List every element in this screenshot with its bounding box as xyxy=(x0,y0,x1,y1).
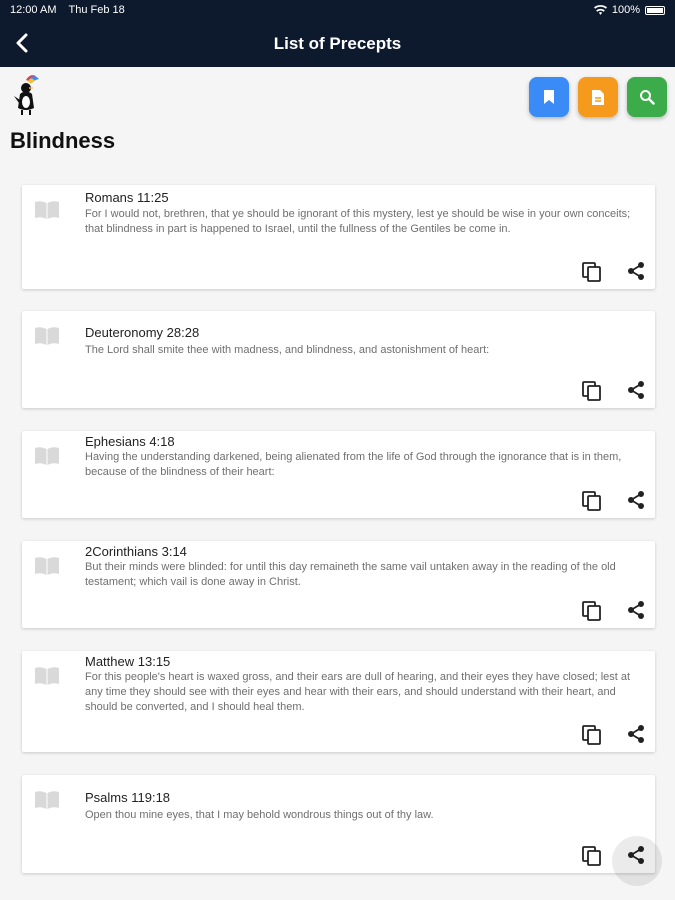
back-button[interactable] xyxy=(10,30,34,56)
precept-text: The Lord shall smite thee with madness, … xyxy=(85,344,490,356)
battery-percent: 100% xyxy=(611,4,640,16)
status-date: Thu Feb 18 xyxy=(68,4,125,16)
precept-reference: Ephesians 4:18 xyxy=(85,434,175,449)
precept-text: Having the understanding darkened, being… xyxy=(85,451,622,478)
precept-card: Deuteronomy 28:28 The Lord shall smite t… xyxy=(22,311,655,408)
precept-text: For this people's heart is waxed gross, … xyxy=(85,671,631,713)
copy-icon[interactable] xyxy=(581,724,603,746)
share-icon[interactable] xyxy=(625,599,647,621)
book-icon xyxy=(35,447,59,465)
bookmark-icon xyxy=(544,90,554,104)
page-title: Blindness xyxy=(10,128,116,153)
share-icon[interactable] xyxy=(625,489,647,511)
status-bar: 12:00 AM Thu Feb 18 100% xyxy=(0,0,675,20)
chevron-left-icon xyxy=(16,33,28,53)
book-icon xyxy=(35,791,59,809)
precept-text: But their minds were blinded: for until … xyxy=(85,561,616,588)
status-right: 100% xyxy=(593,4,665,16)
precept-reference: Deuteronomy 28:28 xyxy=(85,325,200,340)
book-icon xyxy=(35,667,59,685)
document-icon xyxy=(592,89,604,105)
precept-text: For I would not, brethren, that ye shoul… xyxy=(85,208,631,235)
search-button[interactable] xyxy=(627,77,667,117)
document-button[interactable] xyxy=(578,77,618,117)
copy-icon[interactable] xyxy=(581,380,603,402)
battery-icon xyxy=(645,5,665,15)
status-time: 12:00 AM xyxy=(10,4,57,16)
precept-card: 2Corinthians 3:14 But their minds were b… xyxy=(22,541,655,628)
share-icon[interactable] xyxy=(625,723,647,745)
precept-card: Psalms 119:18 Open thou mine eyes, that … xyxy=(22,775,655,873)
precept-card: Ephesians 4:18 Having the understanding … xyxy=(22,431,655,518)
precept-reference: Psalms 119:18 xyxy=(85,790,171,805)
book-icon xyxy=(35,557,59,575)
app-bar-title: List of Precepts xyxy=(273,33,402,53)
share-icon[interactable] xyxy=(625,379,647,401)
precept-card: Romans 11:25 For I would not, brethren, … xyxy=(22,185,655,289)
wifi-icon xyxy=(593,5,607,15)
copy-icon[interactable] xyxy=(581,600,603,622)
bookmark-button[interactable] xyxy=(529,77,569,117)
search-icon xyxy=(640,90,655,105)
touch-ripple xyxy=(612,836,662,886)
precept-card: Matthew 13:15 For this people's heart is… xyxy=(22,651,655,752)
copy-icon[interactable] xyxy=(581,490,603,512)
share-icon[interactable] xyxy=(625,260,647,282)
precept-reference: Romans 11:25 xyxy=(85,190,169,205)
precept-text: Open thou mine eyes, that I may behold w… xyxy=(85,809,434,821)
copy-icon[interactable] xyxy=(581,845,603,867)
precept-reference: 2Corinthians 3:14 xyxy=(85,544,187,559)
precept-reference: Matthew 13:15 xyxy=(85,654,171,669)
book-icon xyxy=(35,201,59,219)
book-icon xyxy=(35,327,59,345)
copy-icon[interactable] xyxy=(581,261,603,283)
app-logo xyxy=(14,75,39,115)
app-bar: List of Precepts xyxy=(0,20,675,67)
